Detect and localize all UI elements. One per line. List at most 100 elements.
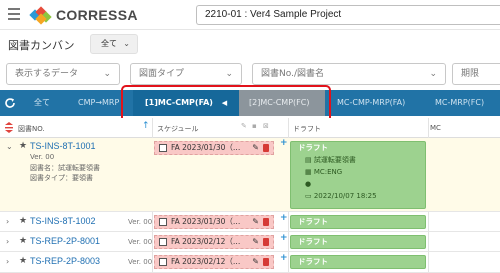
drawing-type-dropdown[interactable]: 図面タイプ ⌄ <box>130 63 242 85</box>
schedule-checkbox[interactable] <box>159 144 167 152</box>
draft-card[interactable]: ドラフト <box>290 215 426 229</box>
draft-date-line: ▭ 2022/10/07 18:25 <box>291 190 425 202</box>
chevron-down-icon[interactable]: ⌄ <box>6 142 13 151</box>
table-row[interactable]: › ★ TS-REP-2P-8001 Ver. 00 FA 2023/02/12… <box>0 232 500 252</box>
star-icon[interactable]: ★ <box>19 236 27 246</box>
pencil-icon[interactable]: ✎ <box>252 142 259 154</box>
deadline-dropdown[interactable]: 期限 <box>452 63 500 85</box>
column-header-draft: ドラフト <box>293 125 321 133</box>
column-header-mc: MC <box>430 124 441 132</box>
star-icon[interactable]: ★ <box>19 141 27 151</box>
trash-icon[interactable] <box>263 258 269 266</box>
schedule-date: FA 2023/02/12（… <box>171 237 241 246</box>
draft-card[interactable]: ドラフト ▤ 試運転要領書 ▦ MC:ENG ● ▭ 2022/10/07 18… <box>290 141 426 209</box>
tab-mc-cmp-fa[interactable]: [1]MC-CMP(FA) ◀ <box>133 90 239 116</box>
drawing-no-dropdown[interactable]: 図書No./図書名 ⌄ <box>252 63 446 85</box>
calendar-icon: ▭ <box>305 192 314 200</box>
doc-number-link[interactable]: TS-REP-2P-8003 <box>30 256 100 266</box>
clear-icon[interactable]: ⊠ <box>263 122 271 130</box>
plus-icon[interactable]: + <box>280 233 288 243</box>
chevron-right-icon[interactable]: › <box>6 257 9 266</box>
draft-doc-line: ▤ 試運転要領書 <box>291 154 425 166</box>
draft-card-title: ドラフト <box>298 257 328 266</box>
display-data-dropdown[interactable]: 表示するデータ ⌄ <box>6 63 120 85</box>
workflow-tab-bar: 全て CMP→MRP [1]MC-CMP(FA) ◀ [2]MC-CMP(FC)… <box>0 90 500 116</box>
chevron-right-icon[interactable]: › <box>6 217 9 226</box>
doc-number-link[interactable]: TS-INS-8T-1002 <box>30 216 96 226</box>
plus-icon[interactable]: + <box>280 253 288 263</box>
pencil-icon[interactable]: ✎ <box>241 122 249 130</box>
draft-card[interactable]: ドラフト <box>290 235 426 249</box>
chevron-down-icon: ⌄ <box>103 69 111 79</box>
star-icon[interactable]: ★ <box>19 256 27 266</box>
top-header: CORRESSA 2210-01 : Ver4 Sample Project <box>0 0 500 30</box>
user-icon: ● <box>305 180 312 188</box>
draft-date: 2022/10/07 18:25 <box>313 192 377 200</box>
column-header-docno: 図書NO. <box>18 125 45 133</box>
drawing-no-placeholder: 図書No./図書名 <box>261 69 324 79</box>
schedule-card[interactable]: FA 2023/01/30（… ✎ <box>154 141 274 155</box>
schedule-date: FA 2023/01/30（… <box>171 143 241 152</box>
caret-left-icon: ◀ <box>221 99 228 107</box>
schedule-checkbox[interactable] <box>159 238 167 246</box>
building-icon: ▦ <box>305 168 314 176</box>
sort-ascending-icon[interactable]: ↑ <box>142 121 150 131</box>
draft-card[interactable]: ドラフト <box>290 255 426 269</box>
title-row: 図書カンバン 全て ⌄ <box>0 30 500 58</box>
schedule-card[interactable]: FA 2023/02/12（… ✎ <box>154 235 274 249</box>
draft-card-title: ドラフト <box>298 143 328 152</box>
tab-mc-cmp-fc[interactable]: [2]MC-CMP(FC) <box>239 90 325 116</box>
draft-card-title: ドラフト <box>298 237 328 246</box>
pencil-icon[interactable]: ✎ <box>252 256 259 268</box>
column-header-row: 図書NO. ↑ スケジュール ✎ ▪ ⊠ ドラフト MC <box>0 118 500 138</box>
document-icon: ▤ <box>305 156 314 164</box>
schedule-checkbox[interactable] <box>159 258 167 266</box>
draft-doc-name: 試運転要領書 <box>313 156 356 164</box>
schedule-date: FA 2023/02/12（… <box>171 257 241 266</box>
tab-mc-mrp-fc[interactable]: MC-MRP(FC) <box>435 90 484 116</box>
chevron-down-icon: ⌄ <box>123 39 130 48</box>
hamburger-icon[interactable] <box>8 8 20 20</box>
draft-org-line: ▦ MC:ENG <box>291 166 425 178</box>
doc-type-label: 図書タイプ：要領書 <box>30 174 93 182</box>
app-logo[interactable]: CORRESSA <box>29 5 138 25</box>
project-select[interactable]: 2210-01 : Ver4 Sample Project <box>196 5 500 25</box>
doc-number-link[interactable]: TS-REP-2P-8001 <box>30 236 100 246</box>
schedule-card[interactable]: FA 2023/01/30（… ✎ <box>154 215 274 229</box>
schedule-date: FA 2023/01/30（… <box>171 217 241 226</box>
tab-all[interactable]: 全て <box>34 90 50 116</box>
trash-icon[interactable] <box>263 218 269 226</box>
schedule-checkbox[interactable] <box>159 218 167 226</box>
schedule-header-actions: ✎ ▪ ⊠ <box>241 122 271 130</box>
chevron-right-icon[interactable]: › <box>6 237 9 246</box>
tab-cmp-mrp[interactable]: CMP→MRP <box>78 90 119 116</box>
table-row[interactable]: › ★ TS-REP-2P-8003 Ver. 00 FA 2023/02/12… <box>0 252 500 273</box>
draft-user-line: ● <box>291 178 425 190</box>
drawing-type-placeholder: 図面タイプ <box>139 69 185 79</box>
version-label: Ver. 00 <box>128 218 153 226</box>
star-icon[interactable]: ★ <box>19 216 27 226</box>
trash-icon[interactable] <box>263 144 269 152</box>
tab-mc-cmp-mrp-fa[interactable]: MC-CMP-MRP(FA) <box>337 90 405 116</box>
scope-dropdown[interactable]: 全て ⌄ <box>90 34 138 54</box>
trash-icon[interactable]: ▪ <box>252 122 260 130</box>
chevron-down-icon: ⌄ <box>225 69 233 79</box>
doc-number-link[interactable]: TS-INS-8T-1001 <box>30 141 96 151</box>
refresh-icon[interactable] <box>4 97 16 109</box>
trash-icon[interactable] <box>263 238 269 246</box>
plus-icon[interactable]: + <box>280 213 288 223</box>
schedule-card[interactable]: FA 2023/02/12（… ✎ <box>154 255 274 269</box>
version-label: Ver. 00 <box>128 238 153 246</box>
table-row[interactable]: › ★ TS-INS-8T-1002 Ver. 00 FA 2023/01/30… <box>0 212 500 232</box>
table-row[interactable]: ⌄ ★ TS-INS-8T-1001 Ver. 00 図書名：試運転要領書 図書… <box>0 138 500 212</box>
plus-icon[interactable]: + <box>280 138 288 148</box>
tab-mc-cmp-fa-label: [1]MC-CMP(FA) <box>145 98 213 107</box>
pencil-icon[interactable]: ✎ <box>252 216 259 228</box>
sort-icon[interactable] <box>4 122 14 133</box>
logo-mark <box>29 6 52 25</box>
draft-card-title: ドラフト <box>298 217 328 226</box>
pencil-icon[interactable]: ✎ <box>252 236 259 248</box>
scope-dropdown-value: 全て <box>101 39 117 48</box>
page-title: 図書カンバン <box>8 39 75 52</box>
chevron-down-icon: ⌄ <box>429 69 437 79</box>
